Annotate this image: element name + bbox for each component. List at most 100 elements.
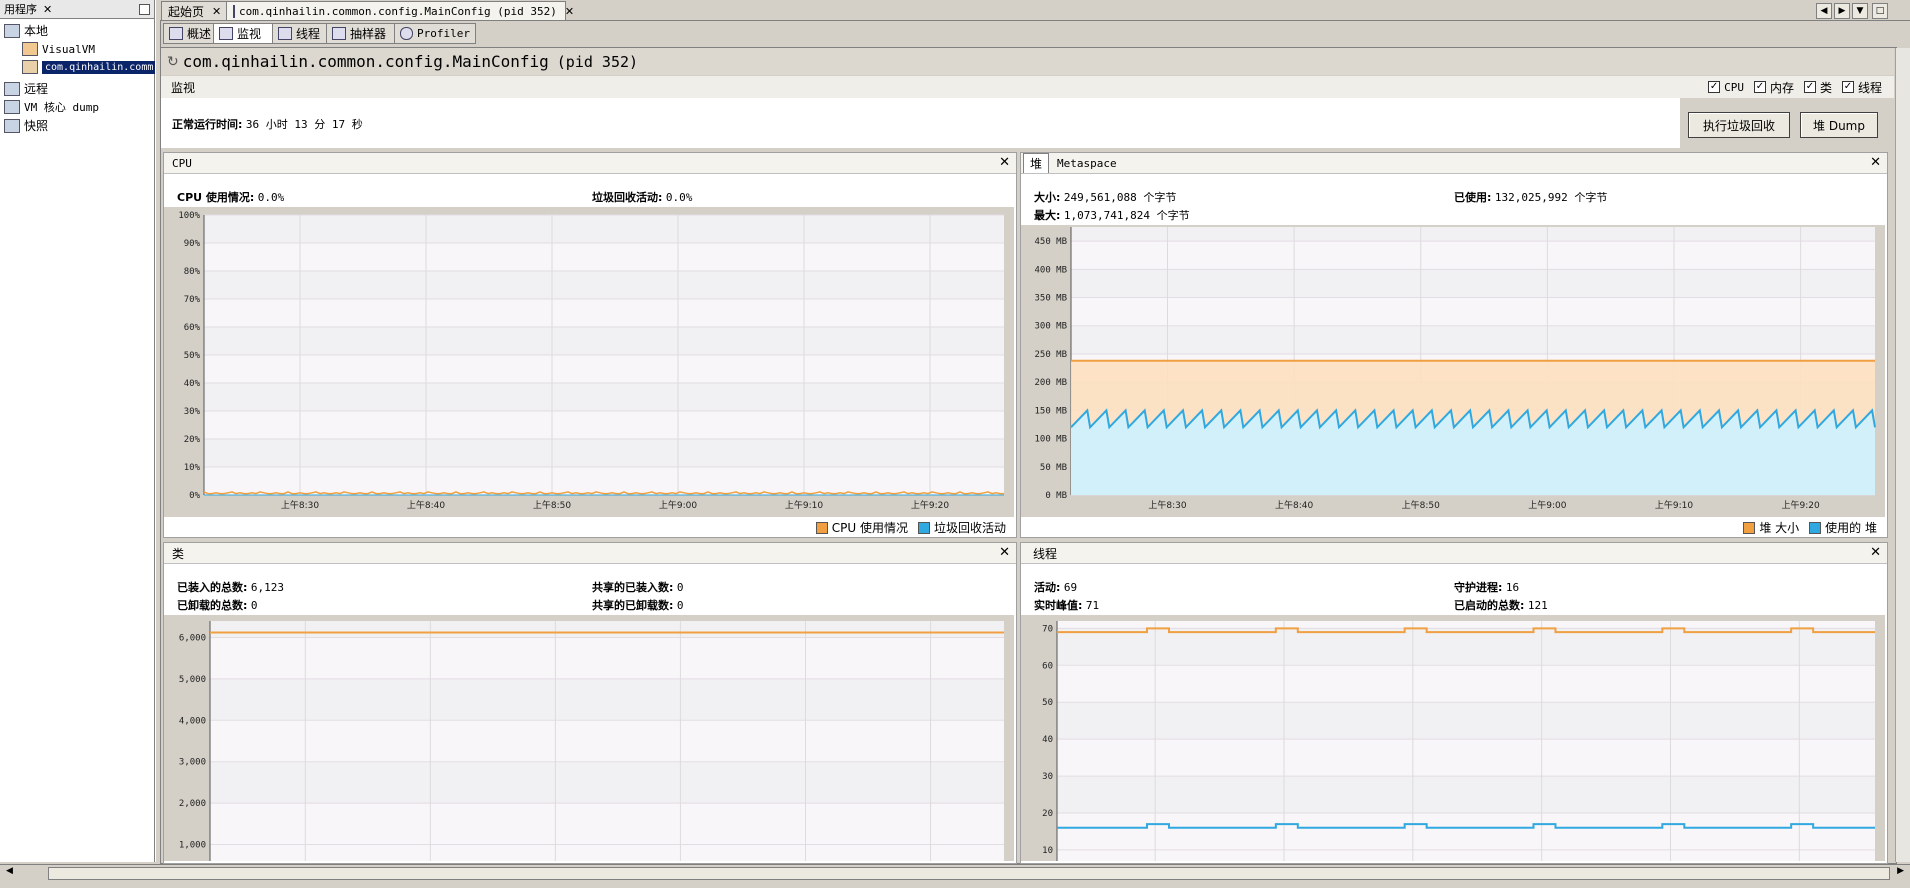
tab-main-config[interactable]: com.qinhailin.common.config.MainConfig (… xyxy=(226,1,574,20)
java-app-icon xyxy=(22,60,38,74)
network-icon xyxy=(4,81,20,96)
cpu-chart: 0% 10% 20% 30% 40% 50% 60% 70% 80% 90% 100% 上午8:30 上… xyxy=(164,207,1014,517)
close-icon[interactable]: ✕ xyxy=(1870,155,1881,170)
classes-panel-header: 类 ✕ xyxy=(164,543,1016,564)
subtab-sampler[interactable]: 抽样器 xyxy=(326,23,398,44)
legend-swatch xyxy=(1743,521,1756,534)
tab-metaspace[interactable]: Metaspace xyxy=(1057,157,1117,170)
tree-label: 远程 xyxy=(24,82,49,96)
perform-gc-button[interactable]: 执行垃圾回收 xyxy=(1688,112,1790,138)
maximize-button[interactable]: □ xyxy=(1872,3,1888,19)
y-tick-label: 60 xyxy=(1042,661,1053,671)
gc-activity-stat: 垃圾回收活动: 0.0% xyxy=(592,189,692,205)
tree-node-selected-app[interactable]: com.qinhailin.comm xyxy=(22,60,157,74)
heap-chart: 0 MB 50 MB 100 MB 150 MB 200 MB 250 MB 300 MB 3… xyxy=(1021,225,1885,517)
legend-label: 堆 大小 xyxy=(1759,521,1800,535)
classes-loaded-stat: 已装入的总数: 6,123 xyxy=(177,579,284,595)
cpu-panel-header: CPU ✕ xyxy=(164,153,1016,174)
x-tick-label: 上午9:20 xyxy=(911,499,949,511)
y-tick-label: 450 MB xyxy=(1034,237,1067,247)
scroll-left-button[interactable]: ◀ xyxy=(1816,3,1832,19)
plot-band xyxy=(1071,325,1875,354)
y-tick-label: 0 MB xyxy=(1045,491,1067,501)
panel-title: CPU xyxy=(172,156,192,170)
check-icon: ✓ xyxy=(1803,81,1816,93)
y-tick-label: 10% xyxy=(184,463,201,473)
x-tick-label: 上午9:20 xyxy=(1782,499,1820,511)
x-tick-label: 上午8:30 xyxy=(281,499,319,511)
threads-panel-header: 线程 ✕ xyxy=(1021,543,1887,564)
close-icon[interactable]: ✕ xyxy=(43,3,52,16)
checkbox-label: 线程 xyxy=(1857,80,1882,95)
plot-band xyxy=(1057,776,1875,813)
subtab-profiler[interactable]: Profiler xyxy=(394,23,476,44)
subtab-label: 线程 xyxy=(296,27,321,41)
clock-icon xyxy=(400,27,414,40)
y-tick-label: 30 xyxy=(1042,772,1053,782)
uptime-area: 正常运行时间: 36 小时 13 分 17 秒 xyxy=(161,98,1681,148)
close-icon[interactable]: ✕ xyxy=(1870,545,1881,560)
stat-label: 守护进程: xyxy=(1454,581,1503,594)
stat-label: 共享的已卸载数: xyxy=(592,599,674,612)
process-pid: (pid 352) xyxy=(556,52,639,71)
minimize-icon[interactable] xyxy=(139,3,150,15)
y-tick-label: 2,000 xyxy=(179,799,206,809)
close-icon[interactable]: ✕ xyxy=(999,545,1010,560)
stat-label: 已使用: xyxy=(1454,191,1492,204)
close-icon[interactable]: ✕ xyxy=(565,5,574,18)
snapshot-icon xyxy=(4,118,20,133)
core-dump-icon xyxy=(4,100,20,114)
y-tick-label: 0% xyxy=(189,491,200,501)
horizontal-scrollbar[interactable]: ◀ ▶ xyxy=(0,864,1910,881)
plot-band xyxy=(204,439,1004,467)
cpu-legend: CPU 使用情况 垃圾回收活动 xyxy=(815,519,1006,536)
checkbox-cpu[interactable]: ✓ CPU xyxy=(1708,79,1744,96)
checkbox-memory[interactable]: ✓ 内存 xyxy=(1753,79,1794,96)
applications-tab[interactable]: 用程序 ✕ xyxy=(0,0,154,19)
subtab-label: 抽样器 xyxy=(350,27,387,41)
y-tick-label: 80% xyxy=(184,267,201,277)
scroll-right-arrow[interactable]: ▶ xyxy=(1897,866,1904,876)
tree-node-visualvm[interactable]: VisualVM xyxy=(22,42,95,56)
x-tick-label: 上午8:30 xyxy=(1148,499,1186,511)
stat-label: 大小: xyxy=(1034,191,1061,204)
y-tick-label: 50% xyxy=(184,351,201,361)
scroll-right-button[interactable]: ▶ xyxy=(1834,3,1850,19)
stat-label: 已卸载的总数: xyxy=(177,599,248,612)
stat-value: 0.0% xyxy=(257,191,285,204)
tree-node-vm-core-dump[interactable]: VM 核心 dump xyxy=(4,99,99,115)
y-tick-label: 4,000 xyxy=(179,716,206,726)
subtab-monitor[interactable]: 监视 xyxy=(213,23,275,44)
shared-loaded-stat: 共享的已装入数: 0 xyxy=(592,579,684,595)
check-icon: ✓ xyxy=(1708,81,1721,93)
tree-node-local[interactable]: 本地 xyxy=(4,22,48,39)
stat-value: 0 xyxy=(250,599,258,612)
close-icon[interactable]: ✕ xyxy=(212,5,221,18)
tree-node-snapshots[interactable]: 快照 xyxy=(4,117,48,134)
subtab-threads[interactable]: 线程 xyxy=(272,23,330,44)
scroll-thumb[interactable] xyxy=(48,867,1890,880)
cpu-usage-stat: CPU 使用情况: 0.0% xyxy=(177,189,284,205)
stat-label: 共享的已装入数: xyxy=(592,581,674,594)
heap-dump-button[interactable]: 堆 Dump xyxy=(1800,112,1878,138)
vertical-scrollbar[interactable] xyxy=(1895,48,1910,862)
close-icon[interactable]: ✕ xyxy=(999,155,1010,170)
stat-value: 71 xyxy=(1085,599,1100,612)
plot-band xyxy=(1057,628,1875,666)
checkbox-threads[interactable]: ✓ 线程 xyxy=(1841,79,1882,96)
y-tick-label: 20% xyxy=(184,435,201,445)
scroll-left-arrow[interactable]: ◀ xyxy=(6,866,13,876)
sampler-icon xyxy=(332,27,346,40)
checkbox-label: CPU xyxy=(1724,80,1744,94)
checkbox-classes[interactable]: ✓ 类 xyxy=(1803,79,1832,96)
stat-value: 121 xyxy=(1527,599,1548,612)
tab-list-button[interactable]: ▼ xyxy=(1852,3,1868,19)
tab-heap[interactable]: 堆 xyxy=(1023,153,1050,173)
x-tick-label: 上午9:00 xyxy=(659,499,697,511)
stat-label: CPU 使用情况: xyxy=(177,191,255,204)
tree-node-remote[interactable]: 远程 xyxy=(4,80,48,97)
classes-chart: 1,000 2,000 3,000 4,000 5,000 6,000 xyxy=(164,615,1014,861)
stat-value: 0.0% xyxy=(665,191,693,204)
subtab-label: 监视 xyxy=(237,27,262,41)
checkbox-group: ✓ CPU ✓ 内存 ✓ 类 ✓ 线程 xyxy=(1698,79,1882,96)
